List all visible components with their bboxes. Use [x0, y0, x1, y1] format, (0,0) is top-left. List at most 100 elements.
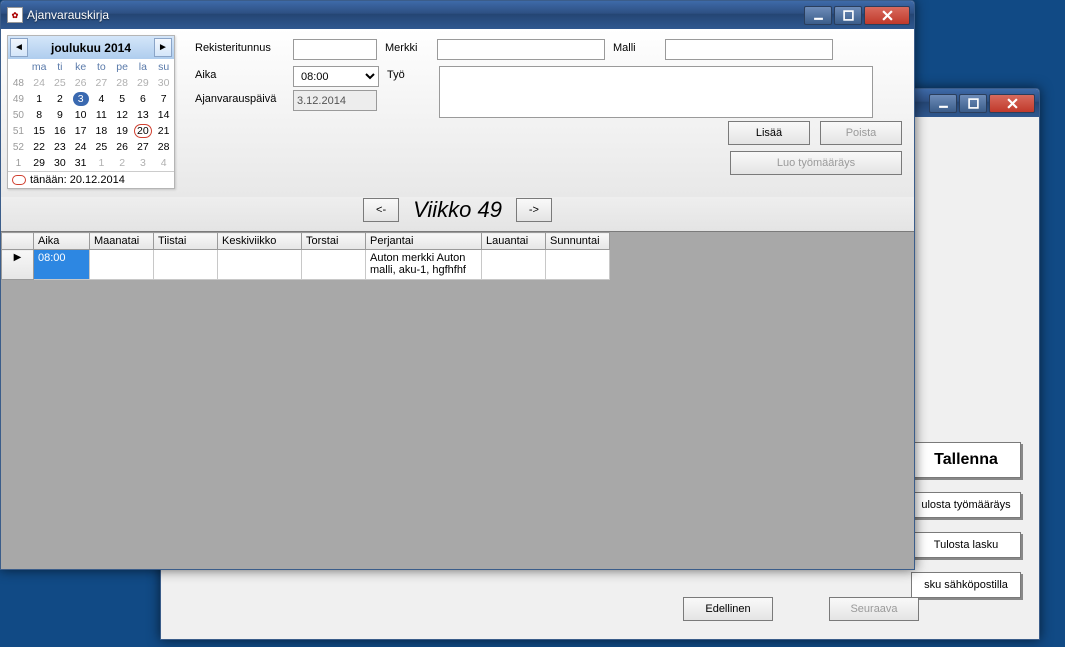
calendar-day[interactable]: 4 — [91, 91, 112, 107]
calendar-day[interactable]: 1 — [29, 91, 50, 107]
brand-input[interactable] — [437, 39, 605, 60]
time-select[interactable]: 08:00 — [293, 66, 379, 87]
grid-column-header[interactable]: Perjantai — [366, 233, 482, 250]
calendar-day[interactable]: 21 — [153, 123, 174, 139]
prev-button[interactable]: Edellinen — [683, 597, 773, 621]
calendar-day[interactable]: 28 — [153, 139, 174, 155]
remove-button[interactable]: Poista — [820, 121, 902, 145]
calendar-day[interactable]: 10 — [70, 107, 91, 123]
calendar-day[interactable]: 25 — [50, 75, 71, 91]
week-title: Viikko 49 — [413, 197, 502, 223]
calendar-grid[interactable]: matiketopelasu 4824252627282930491234567… — [8, 59, 174, 171]
model-input[interactable] — [665, 39, 833, 60]
cal-next-month-button[interactable]: ► — [154, 38, 172, 57]
app-icon: ✿ — [7, 7, 23, 23]
grid-column-header[interactable]: Torstai — [302, 233, 366, 250]
calendar-day[interactable]: 2 — [50, 91, 71, 107]
calendar-day[interactable]: 26 — [112, 139, 133, 155]
next-button[interactable]: Seuraava — [829, 597, 919, 621]
calendar-day[interactable]: 22 — [29, 139, 50, 155]
appointment-form: Rekisteritunnus Merkki Malli Aika 08:00 … — [195, 35, 908, 189]
label-registration: Rekisteritunnus — [195, 39, 285, 54]
calendar-day[interactable]: 27 — [133, 139, 154, 155]
grid-column-header[interactable]: Sunnuntai — [546, 233, 610, 250]
calendar-day[interactable]: 29 — [133, 75, 154, 91]
calendar-day[interactable]: 17 — [70, 123, 91, 139]
calendar-day[interactable]: 30 — [153, 75, 174, 91]
calendar-day[interactable]: 14 — [153, 107, 174, 123]
calendar-day[interactable]: 25 — [91, 139, 112, 155]
calendar-dow: la — [133, 59, 154, 75]
calendar-day[interactable]: 19 — [112, 123, 133, 139]
calendar-day[interactable]: 16 — [50, 123, 71, 139]
grid-cell[interactable] — [154, 250, 218, 280]
calendar-day[interactable]: 20 — [133, 123, 154, 139]
print-workorder-button[interactable]: ulosta työmääräys — [911, 492, 1021, 518]
calendar-day[interactable]: 29 — [29, 155, 50, 171]
calendar-day[interactable]: 26 — [70, 75, 91, 91]
label-model: Malli — [613, 39, 657, 54]
calendar-day[interactable]: 15 — [29, 123, 50, 139]
grid-cell[interactable] — [218, 250, 302, 280]
close-button[interactable] — [864, 6, 910, 25]
create-workorder-button[interactable]: Luo työmääräys — [730, 151, 902, 175]
calendar-day[interactable]: 2 — [112, 155, 133, 171]
minimize-button[interactable] — [804, 6, 832, 25]
calendar-dow: to — [91, 59, 112, 75]
calendar-day[interactable]: 18 — [91, 123, 112, 139]
calendar-day[interactable]: 24 — [70, 139, 91, 155]
month-calendar[interactable]: ◄ joulukuu 2014 ► matiketopelasu 4824252… — [7, 35, 175, 189]
calendar-day[interactable]: 23 — [50, 139, 71, 155]
row-selector-icon[interactable]: ▶ — [2, 250, 34, 280]
calendar-day[interactable]: 3 — [133, 155, 154, 171]
grid-cell[interactable]: Auton merkki Auton malli, aku-1, hgfhfhf — [366, 250, 482, 280]
grid-cell[interactable] — [546, 250, 610, 280]
calendar-day[interactable]: 30 — [50, 155, 71, 171]
email-invoice-button[interactable]: sku sähköpostilla — [911, 572, 1021, 598]
grid-column-header[interactable]: Tiistai — [154, 233, 218, 250]
calendar-day[interactable]: 9 — [50, 107, 71, 123]
maximize-button[interactable] — [834, 6, 862, 25]
grid-cell[interactable] — [90, 250, 154, 280]
grid-cell-aika[interactable]: 08:00 — [34, 250, 90, 280]
back-close-button[interactable] — [989, 94, 1035, 113]
calendar-day[interactable]: 13 — [133, 107, 154, 123]
calendar-day[interactable]: 8 — [29, 107, 50, 123]
calendar-day[interactable]: 5 — [112, 91, 133, 107]
week-next-button[interactable]: -> — [516, 198, 552, 222]
calendar-day[interactable]: 11 — [91, 107, 112, 123]
calendar-day[interactable]: 3 — [70, 91, 91, 107]
calendar-day[interactable]: 6 — [133, 91, 154, 107]
calendar-day[interactable]: 1 — [91, 155, 112, 171]
calendar-dow: pe — [112, 59, 133, 75]
label-work: Työ — [387, 66, 431, 81]
grid-column-header[interactable]: Aika — [34, 233, 90, 250]
booking-date-input — [293, 90, 377, 111]
calendar-day[interactable]: 24 — [29, 75, 50, 91]
grid-column-header[interactable]: Maanatai — [90, 233, 154, 250]
calendar-day[interactable]: 27 — [91, 75, 112, 91]
grid-cell[interactable] — [302, 250, 366, 280]
front-titlebar[interactable]: ✿ Ajanvarauskirja — [1, 1, 914, 29]
print-invoice-button[interactable]: Tulosta lasku — [911, 532, 1021, 558]
calendar-day[interactable]: 12 — [112, 107, 133, 123]
back-maximize-button[interactable] — [959, 94, 987, 113]
week-prev-button[interactable]: <- — [363, 198, 399, 222]
back-minimize-button[interactable] — [929, 94, 957, 113]
grid-column-header[interactable]: Lauantai — [482, 233, 546, 250]
calendar-dow: ma — [29, 59, 50, 75]
add-button[interactable]: Lisää — [728, 121, 810, 145]
calendar-day[interactable]: 31 — [70, 155, 91, 171]
cal-prev-month-button[interactable]: ◄ — [10, 38, 28, 57]
calendar-day[interactable]: 4 — [153, 155, 174, 171]
calendar-day[interactable]: 28 — [112, 75, 133, 91]
schedule-grid[interactable]: AikaMaanataiTiistaiKeskiviikkoTorstaiPer… — [1, 232, 610, 280]
grid-cell[interactable] — [482, 250, 546, 280]
save-button[interactable]: Tallenna — [911, 442, 1021, 478]
calendar-day[interactable]: 7 — [153, 91, 174, 107]
label-booking-date: Ajanvarauspäivä — [195, 90, 285, 105]
grid-column-header[interactable]: Keskiviikko — [218, 233, 302, 250]
registration-input[interactable] — [293, 39, 377, 60]
calendar-week-number: 49 — [8, 91, 29, 107]
calendar-today-footer[interactable]: tänään: 20.12.2014 — [8, 171, 174, 188]
